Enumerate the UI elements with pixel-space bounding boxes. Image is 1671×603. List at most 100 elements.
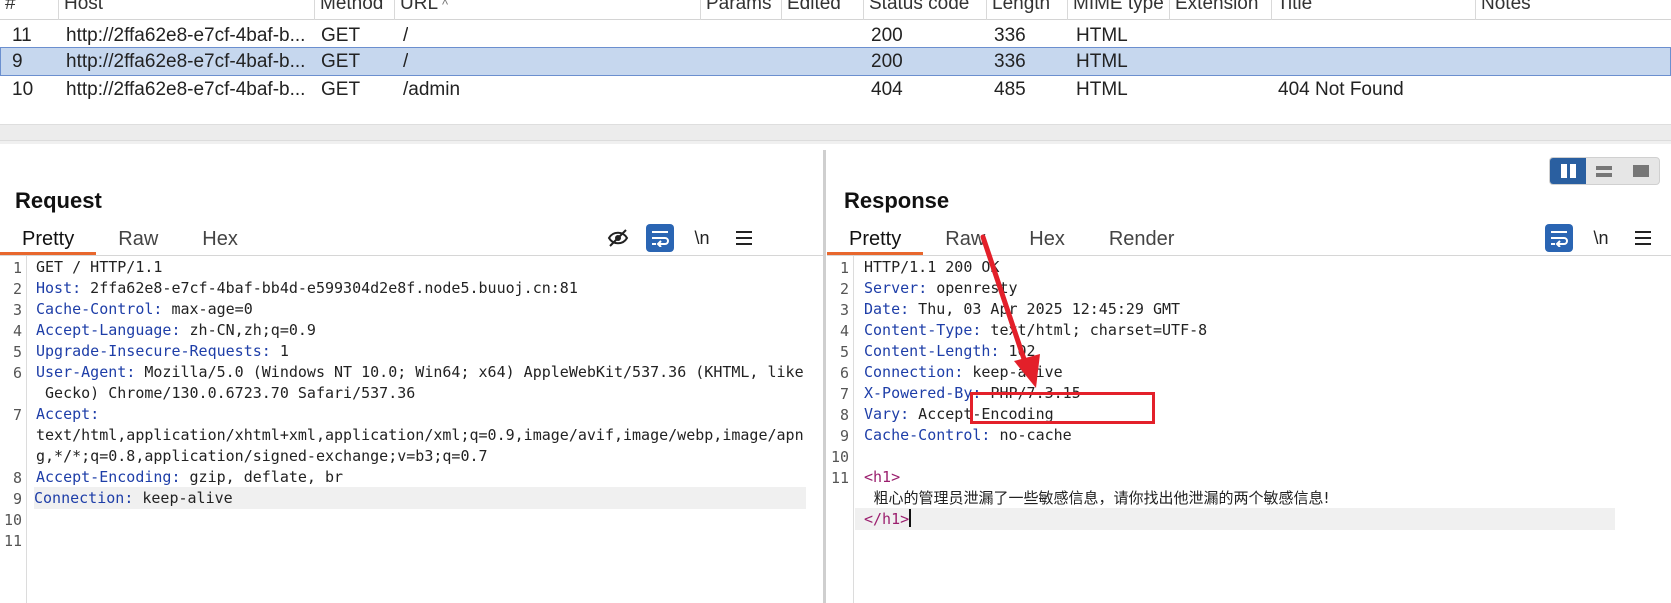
line-number-gutter: 1 2 3 4 5 6 7 8 9 10 11 [827, 256, 854, 603]
cell-length: 336 [994, 51, 1026, 72]
col-label: MIME type [1073, 0, 1164, 14]
header-name: Upgrade-Insecure-Requests [36, 342, 262, 360]
cell-number: 9 [12, 51, 23, 72]
header-name: Accept-Language [36, 321, 172, 339]
table-row-selected[interactable]: 9 http://2ffa62e8-e7cf-4baf-b... GET / 2… [0, 47, 1671, 76]
col-header-host[interactable]: Host [59, 0, 315, 20]
response-title: Response [844, 188, 950, 213]
cell-method: GET [321, 79, 361, 100]
line-number: 8 [12, 469, 22, 487]
request-tabs: Pretty Raw Hex [0, 225, 260, 255]
col-label: Length [992, 0, 1051, 14]
line-number: 6 [839, 364, 849, 382]
col-header-url[interactable]: URL ^ [395, 0, 701, 20]
col-header-length[interactable]: Length [987, 0, 1068, 20]
header-value: 1 [270, 342, 289, 360]
word-wrap-icon[interactable] [646, 224, 674, 252]
eye-slash-icon[interactable] [604, 224, 632, 252]
tab-raw[interactable]: Raw [923, 225, 1007, 255]
col-label: Status code [869, 0, 970, 14]
header-value: text/html; charset=UTF-8 [981, 321, 1208, 339]
horizontal-splitter[interactable] [0, 140, 1671, 144]
col-header-notes[interactable]: Notes [1476, 0, 1671, 20]
tab-hex[interactable]: Hex [1007, 225, 1087, 255]
header-line: Content-Length: 102 [864, 342, 1036, 360]
header-line: Cache-Control: no-cache [864, 426, 1072, 444]
cell-status: 404 [871, 79, 903, 100]
hamburger-menu-icon[interactable] [730, 224, 758, 252]
status-line: HTTP/1.1 200 OK [864, 256, 999, 278]
col-label: Extension [1175, 0, 1259, 14]
header-name: User-Agent [36, 363, 127, 381]
body-text: 粗心的管理员泄漏了一些敏感信息，请你找出他泄漏的两个敏感信息! [864, 489, 1330, 507]
header-value: max-age=0 [162, 300, 253, 318]
line-number: 1 [839, 259, 849, 277]
col-header-params[interactable]: Params [701, 0, 782, 20]
header-name: Vary [864, 405, 901, 423]
col-label: Title [1277, 0, 1313, 14]
line-number: 3 [12, 301, 22, 319]
tab-pretty[interactable]: Pretty [827, 225, 924, 255]
col-header-mime-type[interactable]: MIME type [1068, 0, 1170, 20]
col-header-status-code[interactable]: Status code [864, 0, 987, 20]
cell-method: GET [321, 51, 361, 72]
line-number: 4 [839, 322, 849, 340]
line-number: 7 [839, 385, 849, 403]
col-header-number[interactable]: # [0, 0, 59, 20]
line-number: 5 [839, 343, 849, 361]
horizontal-scrollbar[interactable] [0, 124, 1671, 140]
cell-url: / [403, 51, 409, 72]
tab-render[interactable]: Render [1087, 225, 1197, 255]
request-title: Request [15, 188, 102, 213]
line-number: 7 [12, 406, 22, 424]
header-line: Connection: keep-alive [864, 363, 1063, 381]
col-header-edited[interactable]: Edited [782, 0, 864, 20]
newline-toggle[interactable]: \n [1587, 224, 1615, 252]
table-row[interactable]: 11 http://2ffa62e8-e7cf-4baf-b... GET / … [0, 21, 1671, 50]
header-name: Cache-Control [864, 426, 982, 444]
header-name: Server [864, 279, 919, 297]
request-editor[interactable]: 1 2 3 4 5 6 7 8 9 10 11 GET / HTTP/1.1 H… [0, 256, 823, 603]
tab-pretty[interactable]: Pretty [0, 225, 97, 255]
tab-raw[interactable]: Raw [96, 225, 180, 255]
request-panel: Request Pretty Raw Hex \n 1 2 3 4 5 6 7 … [0, 145, 823, 603]
line-number-gutter: 1 2 3 4 5 6 7 8 9 10 11 [0, 256, 27, 603]
cell-host: http://2ffa62e8-e7cf-4baf-b... [66, 51, 306, 72]
status-line-text: HTTP/1.1 200 OK [864, 258, 1000, 276]
vertical-splitter[interactable] [823, 150, 826, 603]
header-name: Connection [864, 363, 955, 381]
header-line-continuation: g,*/*;q=0.8,application/signed-exchange;… [36, 447, 488, 465]
cell-method: GET [321, 25, 361, 46]
table-row[interactable]: 10 http://2ffa62e8-e7cf-4baf-b... GET /a… [0, 75, 1671, 104]
newline-toggle[interactable]: \n [688, 224, 716, 252]
word-wrap-icon[interactable] [1545, 224, 1573, 252]
line-number: 9 [839, 427, 849, 445]
cell-url: / [403, 25, 409, 46]
line-number: 8 [839, 406, 849, 424]
header-value: openresty [927, 279, 1018, 297]
col-header-title[interactable]: Title [1272, 0, 1476, 20]
header-line: Date: Thu, 03 Apr 2025 12:45:29 GMT [864, 300, 1181, 318]
tab-hex[interactable]: Hex [180, 225, 260, 255]
line-number: 10 [830, 448, 849, 466]
request-line: GET / HTTP/1.1 [36, 256, 162, 278]
hamburger-menu-icon[interactable] [1629, 224, 1657, 252]
header-line-continuation: Gecko) Chrome/130.0.6723.70 Safari/537.3… [36, 384, 416, 402]
proxy-history-table: # Host Method URL ^ Params Edited Status … [0, 0, 1671, 140]
header-value: Mozilla/5.0 (Windows NT 10.0; Win64; x64… [135, 363, 804, 381]
request-toolbar: \n [604, 223, 758, 253]
col-header-method[interactable]: Method [315, 0, 395, 20]
col-label: Notes [1481, 0, 1531, 14]
header-value: 2ffa62e8-e7cf-4baf-bb4d-e599304d2e8f.nod… [81, 279, 578, 297]
header-name: Cache-Control [36, 300, 154, 318]
col-label: # [5, 0, 16, 14]
line-number: 2 [12, 280, 22, 298]
col-header-extension[interactable]: Extension [1170, 0, 1272, 20]
header-line-current: Connection: keep-alive [34, 487, 806, 509]
response-editor[interactable]: 1 2 3 4 5 6 7 8 9 10 11 HTTP/1.1 200 OK … [827, 256, 1671, 603]
header-line-continuation: text/html,application/xhtml+xml,applicat… [36, 426, 804, 444]
header-line: Accept-Language: zh-CN,zh;q=0.9 [36, 321, 316, 339]
header-name: Host [36, 279, 73, 297]
text-caret [909, 509, 912, 527]
header-line: Host: 2ffa62e8-e7cf-4baf-bb4d-e599304d2e… [36, 279, 578, 297]
